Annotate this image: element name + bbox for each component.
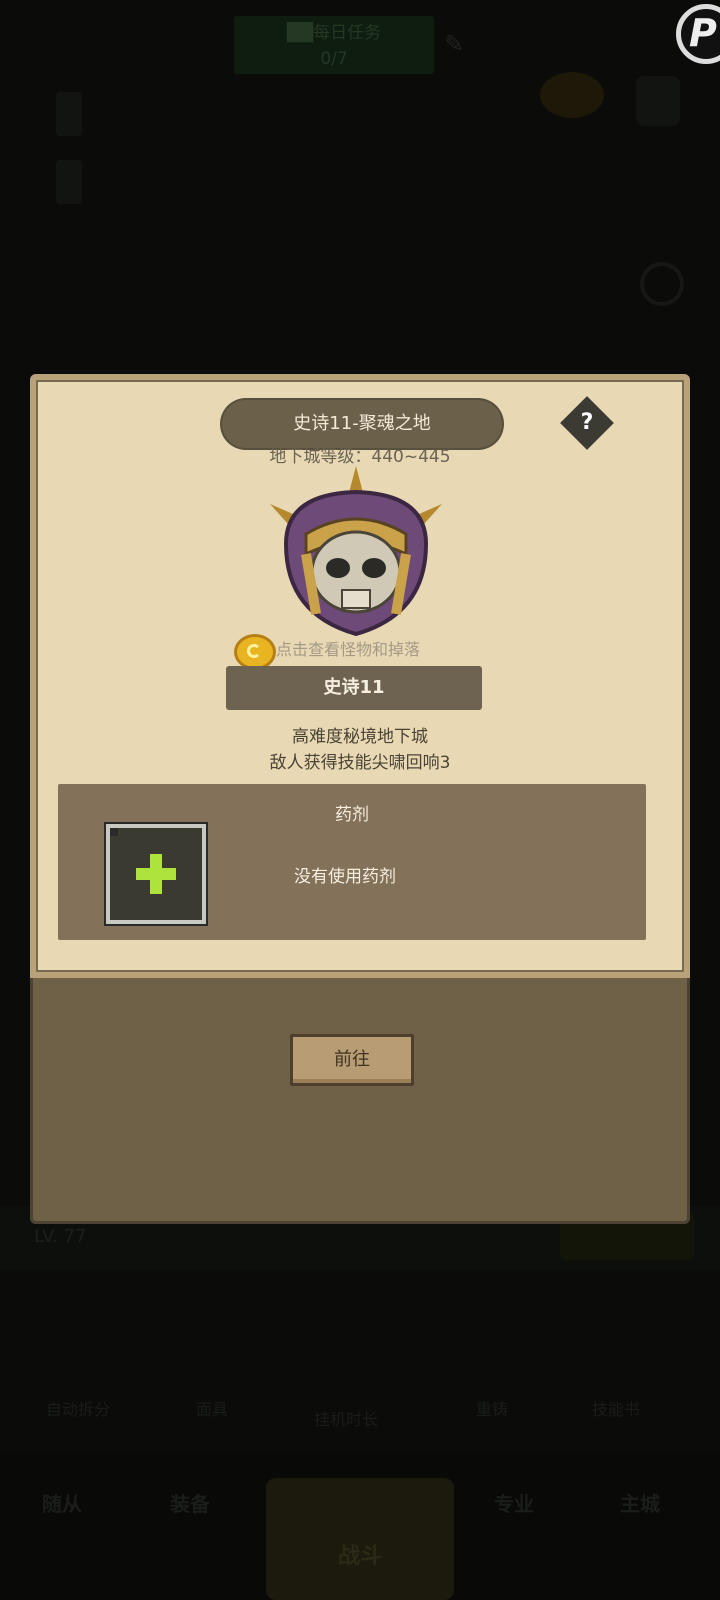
sub-nav: 自动拆分 面具 挂机时长 重铸 技能书: [0, 1300, 720, 1440]
view-monsters-drops-hint[interactable]: 点击查看怪物和掉落: [276, 636, 420, 660]
sub-nav-auto-split: 自动拆分: [46, 1400, 111, 1419]
add-potion-button[interactable]: [106, 824, 206, 924]
trophy-icon: [636, 76, 680, 126]
help-icon: ?: [580, 410, 594, 435]
potion-title: 药剂: [335, 805, 369, 825]
main-nav-city: 主城: [620, 1492, 660, 1516]
dungeon-name: 史诗11: [226, 666, 482, 710]
sub-nav-idle-time: 挂机时长: [314, 1410, 379, 1429]
plus-icon-bar: [136, 868, 176, 880]
sub-nav-mask: 面具: [196, 1400, 229, 1419]
sub-nav-recast: 重铸: [476, 1400, 509, 1419]
daily-task-banner: ██每日任务 0/7: [234, 16, 434, 74]
gear-icon: [640, 262, 684, 306]
main-nav-battle: 战斗: [266, 1478, 454, 1600]
level-label: LV. 77: [34, 1226, 87, 1247]
main-nav-followers: 随从: [42, 1492, 82, 1516]
left-widget-2: [6, 160, 82, 204]
treasure-icon: [540, 72, 604, 118]
phone-icon: [56, 92, 82, 136]
main-nav-battle-label: 战斗: [337, 1544, 382, 1569]
dungeon-dialog: 史诗11-聚魂之地 ? 地下城等级：440~445 点击查看怪物和掉落 史诗11…: [30, 374, 690, 1224]
potion-status: 没有使用药剂: [294, 867, 396, 887]
potion-panel: 药剂 没有使用药剂: [58, 784, 646, 940]
left-widget-1: [6, 92, 82, 136]
dungeon-description-line1: 高难度秘境地下城: [292, 727, 428, 747]
phone-icon: [56, 160, 82, 204]
sub-nav-skill-book: 技能书: [592, 1400, 641, 1419]
main-nav-profession: 专业: [494, 1492, 534, 1516]
go-button[interactable]: 前往: [290, 1034, 414, 1086]
daily-task-label: ██每日任务: [286, 23, 382, 43]
edit-icon: ✎: [444, 30, 465, 58]
boss-skull-helmet-image[interactable]: [266, 464, 446, 644]
main-nav-equipment: 装备: [170, 1492, 210, 1516]
gold-coin-icon: [234, 634, 276, 670]
dungeon-description-line2: 敌人获得技能尖啸回响3: [269, 753, 451, 773]
daily-task-count: 0/7: [320, 49, 348, 69]
dialog-title: 史诗11-聚魂之地: [222, 400, 502, 448]
dungeon-info-panel: 史诗11-聚魂之地 ? 地下城等级：440~445 点击查看怪物和掉落 史诗11…: [30, 374, 690, 978]
